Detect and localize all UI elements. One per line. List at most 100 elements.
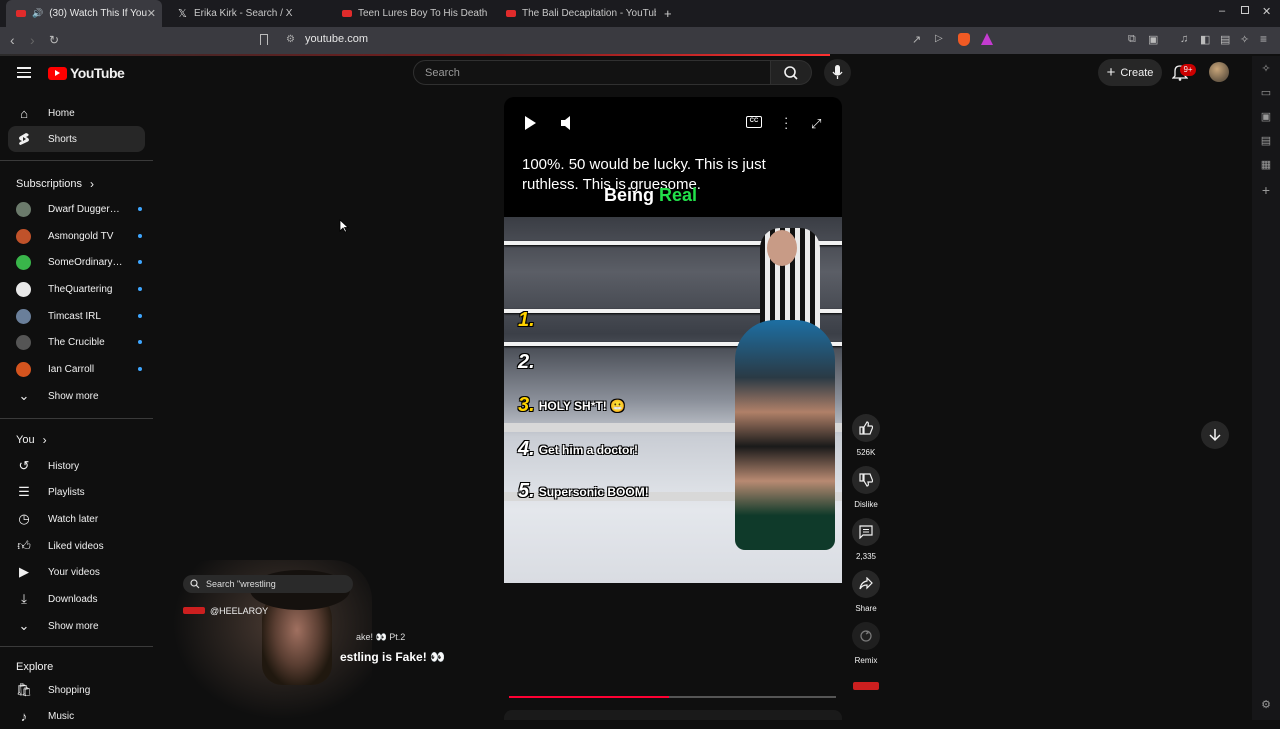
your-videos-icon: ▶ — [19, 564, 29, 579]
you-show-more[interactable]: ⌄ Show more — [8, 613, 145, 639]
volume-button[interactable] — [560, 115, 574, 131]
sidebar-item-label: Shorts — [48, 133, 77, 145]
sidebar-item-downloads[interactable]: ⤓ Downloads — [8, 586, 145, 612]
send-icon[interactable]: ▷ — [935, 33, 943, 44]
sidebar-item-playlists[interactable]: ☰ Playlists — [8, 479, 145, 505]
play-icon[interactable] — [525, 116, 536, 130]
tab-active[interactable]: 🔊 (30) Watch This If You Thi ✕ — [6, 0, 162, 27]
tab-bali[interactable]: The Bali Decapitation - YouTube — [496, 0, 656, 27]
next-short-preview[interactable] — [504, 710, 842, 720]
maximize-icon[interactable] — [1241, 6, 1249, 14]
sidebar-item-liked-videos[interactable]: 👍︎ Liked videos — [8, 533, 145, 559]
section-title: You — [16, 434, 35, 446]
sidebar-item-your-videos[interactable]: ▶ Your videos — [8, 559, 145, 585]
you-heading[interactable]: You › — [16, 433, 47, 447]
sidebar-item-shorts[interactable]: Shorts — [8, 126, 145, 152]
captions-icon[interactable]: CC — [746, 116, 762, 128]
bookmarks-side-icon[interactable]: ▣ — [1259, 110, 1273, 124]
sidebar-item-dwarf-duggernaut[interactable]: Dwarf Duggernaut — [16, 199, 144, 219]
new-tab-icon[interactable]: + — [664, 6, 672, 21]
sidebar-item-someordinarygamers[interactable]: SomeOrdinaryGa... — [16, 252, 144, 272]
extensions-icon[interactable]: ⧉ — [1128, 33, 1136, 46]
brave-shield-icon[interactable] — [958, 33, 970, 46]
open-external-icon[interactable]: ↗ — [912, 33, 921, 46]
subs-show-more[interactable]: ⌄ Show more — [8, 383, 145, 409]
new-content-dot — [138, 260, 142, 264]
wallet-icon[interactable]: ▤ — [1220, 33, 1230, 46]
sidebar-item-shopping[interactable]: 🛍︎ Shopping — [8, 677, 145, 703]
shopping-icon: 🛍︎ — [15, 682, 33, 697]
minimize-icon[interactable]: – — [1219, 5, 1225, 17]
channel-name: Timcast IRL — [48, 310, 101, 322]
sidebar-item-music[interactable]: ♪ Music — [8, 703, 145, 729]
forward-icon[interactable]: › — [30, 32, 35, 48]
sound-thumbnail[interactable] — [853, 682, 879, 690]
notification-badge: 9+ — [1180, 64, 1196, 76]
remix-button[interactable]: Remix — [851, 622, 881, 665]
chevron-down-icon: ⌄ — [18, 388, 30, 403]
sidebar-item-watch-later[interactable]: ◷ Watch later — [8, 506, 145, 532]
youtube-play-logo-icon — [48, 66, 67, 80]
youtube-favicon-icon — [16, 10, 26, 17]
sidebar-item-home[interactable]: ⌂ Home — [8, 100, 145, 126]
close-window-icon[interactable]: ✕ — [1262, 5, 1271, 18]
add-side-icon[interactable]: + — [1259, 182, 1273, 198]
voice-search-button[interactable] — [824, 59, 851, 86]
bookmark-icon[interactable] — [260, 34, 268, 45]
search-input[interactable]: Search — [413, 60, 771, 85]
reading-list-icon[interactable]: ▭ — [1259, 86, 1273, 100]
video-overlay-title: Being Real — [604, 185, 697, 206]
sidebar-item-label: Show more — [48, 390, 99, 402]
history-side-icon[interactable]: ▤ — [1259, 134, 1273, 148]
next-short-button[interactable] — [1201, 421, 1229, 449]
close-tab-icon[interactable]: ✕ — [147, 7, 156, 20]
share-button[interactable]: Share — [851, 570, 881, 613]
channel-name: Ian Carroll — [48, 363, 95, 375]
leo-side-icon[interactable]: ✧ — [1259, 62, 1273, 76]
channel-avatar — [16, 201, 31, 217]
remix-icon — [860, 630, 872, 642]
channel-logo — [183, 607, 205, 614]
overlay-title-word: Real — [659, 185, 698, 205]
reload-icon[interactable]: ↻ — [49, 32, 59, 48]
leo-icon[interactable]: ✧ — [1240, 33, 1249, 46]
browser-tab-bar: 🔊 (30) Watch This If You Thi ✕ 𝕏 Erika K… — [0, 0, 1280, 27]
sidebar-item-the-crucible[interactable]: The Crucible — [16, 332, 144, 352]
tab-teen[interactable]: Teen Lures Boy To His Death, Th — [332, 0, 490, 27]
youtube-logo[interactable]: YouTube — [48, 65, 125, 81]
like-button[interactable]: 526K — [851, 414, 881, 457]
comments-button[interactable]: 2,335 — [851, 518, 881, 561]
history-icon: ↺ — [18, 458, 30, 473]
sidebar-item-timcast-irl[interactable]: Timcast IRL — [16, 306, 144, 326]
search-button[interactable] — [771, 60, 812, 85]
dislike-button[interactable]: Dislike — [851, 466, 881, 509]
overlay-title-word: Being — [604, 185, 655, 205]
logo-text: YouTube — [70, 65, 125, 81]
more-options-icon[interactable]: · · · — [784, 111, 788, 134]
rank-2: 2. — [518, 351, 535, 373]
subscriptions-heading[interactable]: Subscriptions › — [16, 177, 94, 191]
back-icon[interactable]: ‹ — [10, 32, 15, 48]
sidebar-item-ian-carroll[interactable]: Ian Carroll — [16, 359, 144, 379]
sidebar-toggle-icon[interactable]: ◧ — [1200, 33, 1210, 46]
mouse-cursor-icon — [339, 219, 349, 233]
music-control-icon[interactable]: ♫ — [1180, 33, 1188, 45]
sidebar-item-thequartering[interactable]: TheQuartering — [16, 279, 144, 299]
fullscreen-icon[interactable]: ⤢ — [811, 116, 821, 132]
sidebar-item-asmongold-tv[interactable]: Asmongold TV — [16, 226, 144, 246]
url-text[interactable]: youtube.com — [305, 33, 368, 45]
sidebar-item-history[interactable]: ↺ History — [8, 453, 145, 479]
account-avatar[interactable] — [1209, 62, 1229, 82]
tab-x[interactable]: 𝕏 Erika Kirk - Search / X — [168, 0, 328, 27]
settings-side-icon[interactable]: ⚙ — [1259, 698, 1273, 712]
tab-search-icon[interactable]: ▣ — [1148, 33, 1158, 46]
menu-icon[interactable]: ≡ — [1260, 32, 1267, 46]
rank-1: 1. — [518, 309, 535, 331]
create-button[interactable]: + Create — [1098, 59, 1162, 86]
rewards-icon[interactable] — [981, 33, 993, 45]
site-settings-icon[interactable]: ⚙ — [286, 34, 295, 45]
playlist-side-icon[interactable]: ▦ — [1259, 158, 1273, 172]
guide-menu-icon[interactable] — [17, 67, 31, 78]
sidebar-item-label: Playlists — [48, 486, 85, 498]
chevron-down-icon: ⌄ — [18, 618, 30, 633]
